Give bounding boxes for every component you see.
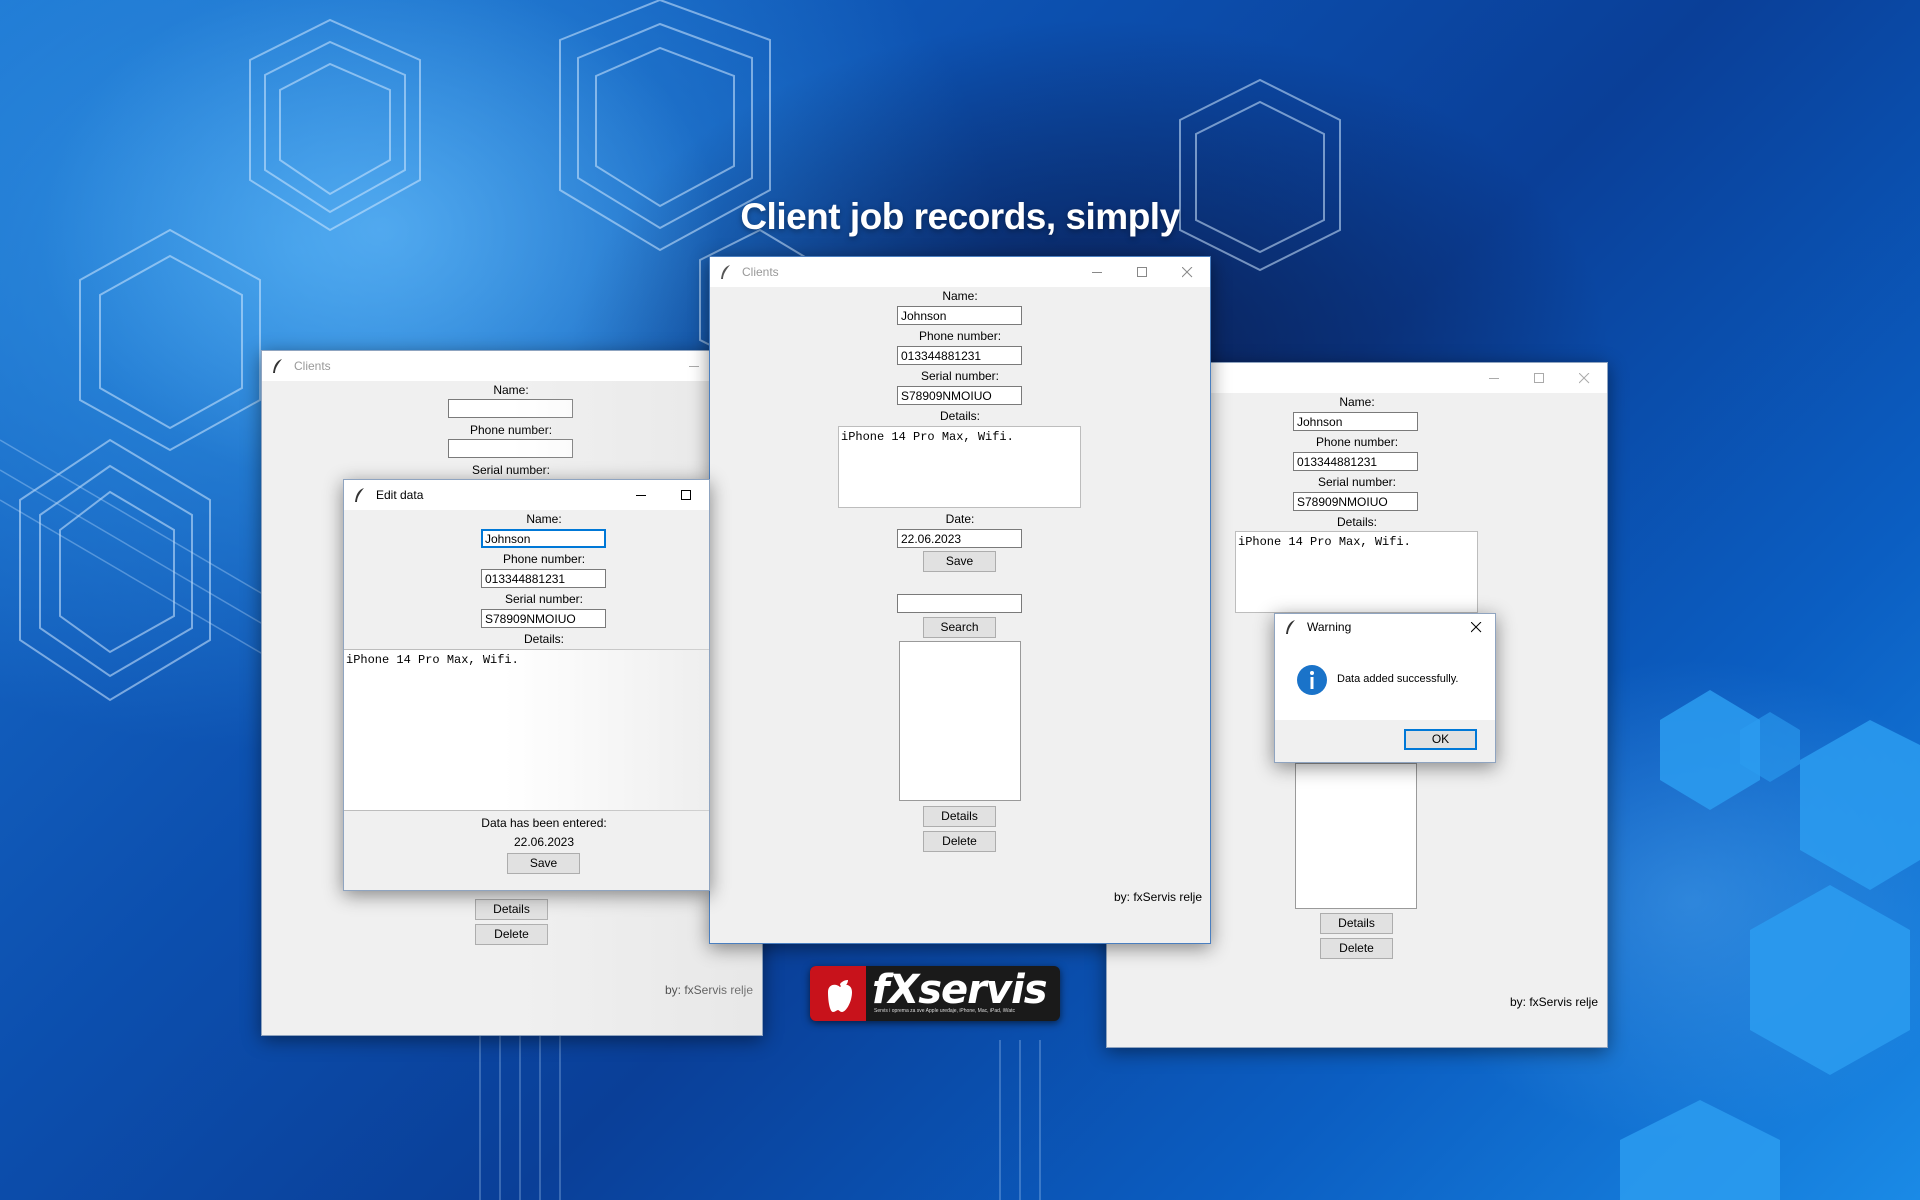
maximize-icon — [681, 490, 691, 500]
entered-label: Data has been entered: — [481, 816, 607, 830]
phone-label: Phone number: — [1315, 435, 1399, 449]
close-button[interactable] — [1562, 363, 1607, 393]
ok-button[interactable]: OK — [1404, 729, 1477, 750]
name-label: Name: — [526, 512, 562, 526]
warning-dialog: Warning Data added successfully. OK — [1274, 613, 1496, 763]
date-label: Date: — [945, 512, 975, 526]
details-label: Details: — [523, 632, 564, 646]
titlebar[interactable]: Edit data — [344, 480, 709, 510]
window-title: Clients — [294, 359, 331, 373]
window-title: Clients — [742, 265, 779, 279]
details-label: Details: — [939, 409, 980, 423]
name-input[interactable] — [448, 399, 573, 418]
phone-label: Phone number: — [918, 329, 1002, 343]
entered-date: 22.06.2023 — [513, 835, 575, 849]
close-icon — [1182, 267, 1193, 278]
brand-text: fXservis — [872, 967, 1047, 1013]
delete-button[interactable]: Delete — [923, 831, 996, 852]
titlebar[interactable]: Warning — [1275, 614, 1495, 640]
minimize-icon — [1092, 272, 1102, 273]
titlebar[interactable]: Clients — [710, 257, 1210, 287]
message-area: Data added successfully. — [1275, 640, 1495, 720]
feather-icon — [273, 359, 282, 373]
name-label: Name: — [493, 383, 529, 397]
close-button[interactable] — [1459, 614, 1495, 640]
minimize-icon — [636, 495, 646, 496]
delete-button[interactable]: Delete — [475, 924, 548, 945]
maximize-button[interactable] — [1120, 257, 1165, 287]
details-textbox[interactable]: iPhone 14 Pro Max, Wifi. — [344, 649, 709, 811]
clients-window-center: Clients Name: Johnson Phone number: 0133… — [709, 256, 1211, 944]
fxservis-logo: fXservis Servis i oprema za sve Apple ur… — [810, 966, 1060, 1021]
apple-logo-icon — [810, 966, 866, 1021]
phone-label: Phone number: — [469, 423, 553, 437]
info-icon — [1297, 665, 1327, 695]
serial-label: Serial number: — [920, 369, 1000, 383]
phone-label: Phone number: — [502, 552, 586, 566]
serial-input[interactable]: S78909NMOIUO — [481, 609, 606, 628]
dialog-title: Warning — [1307, 620, 1352, 634]
details-textbox[interactable]: iPhone 14 Pro Max, Wifi. — [838, 426, 1081, 508]
phone-input[interactable]: 013344881231 — [481, 569, 606, 588]
minimize-button[interactable] — [1472, 363, 1517, 393]
minimize-icon — [1489, 378, 1499, 379]
results-listbox[interactable] — [899, 641, 1021, 801]
logo-tagline: Servis i oprema za sve Apple uređaje, iP… — [874, 1008, 1015, 1014]
headline: Client job records, simply — [740, 196, 1180, 237]
close-button[interactable] — [1165, 257, 1210, 287]
serial-label: Serial number: — [504, 592, 584, 606]
dialog-message: Data added successfully. — [1337, 673, 1459, 685]
name-input[interactable]: Johnson — [1293, 412, 1418, 431]
results-listbox[interactable] — [1295, 763, 1417, 909]
serial-input[interactable]: S78909NMOIUO — [897, 386, 1022, 405]
name-label: Name: — [1339, 395, 1375, 409]
serial-input[interactable]: S78909NMOIUO — [1293, 492, 1418, 511]
details-label: Details: — [1336, 515, 1377, 529]
details-button[interactable]: Details — [923, 806, 996, 827]
maximize-icon — [1534, 373, 1544, 383]
minimize-button[interactable] — [1075, 257, 1120, 287]
details-button[interactable]: Details — [1320, 913, 1393, 934]
credit-text: by: fxServis relje — [1510, 995, 1599, 1009]
feather-icon — [1286, 620, 1295, 634]
close-icon — [1471, 622, 1482, 633]
serial-label: Serial number: — [471, 463, 551, 477]
serial-label: Serial number: — [1317, 475, 1397, 489]
phone-input[interactable]: 013344881231 — [897, 346, 1022, 365]
details-textbox[interactable]: iPhone 14 Pro Max, Wifi. — [1235, 531, 1478, 613]
close-icon — [1579, 373, 1590, 384]
maximize-button[interactable] — [1517, 363, 1562, 393]
credit-text: by: fxServis relje — [665, 983, 754, 997]
phone-input[interactable]: 013344881231 — [1293, 452, 1418, 471]
maximize-button[interactable] — [664, 480, 709, 510]
search-input[interactable] — [897, 594, 1022, 613]
feather-icon — [355, 488, 364, 502]
window-title: Edit data — [376, 488, 424, 502]
maximize-icon — [1137, 267, 1147, 277]
titlebar[interactable]: Clients — [262, 351, 762, 381]
phone-input[interactable] — [448, 439, 573, 458]
date-input[interactable]: 22.06.2023 — [897, 529, 1022, 548]
edit-data-window: Edit data Name: Johnson Phone number: 01… — [343, 479, 710, 891]
name-label: Name: — [942, 289, 978, 303]
save-button[interactable]: Save — [923, 551, 996, 572]
minimize-icon — [689, 366, 699, 367]
name-input[interactable]: Johnson — [481, 529, 606, 548]
credit-text: by: fxServis relje — [1114, 890, 1203, 904]
search-button[interactable]: Search — [923, 617, 996, 638]
save-button[interactable]: Save — [507, 853, 580, 874]
name-input[interactable]: Johnson — [897, 306, 1022, 325]
minimize-button[interactable] — [619, 480, 664, 510]
delete-button[interactable]: Delete — [1320, 938, 1393, 959]
details-button[interactable]: Details — [475, 899, 548, 920]
feather-icon — [721, 265, 730, 279]
